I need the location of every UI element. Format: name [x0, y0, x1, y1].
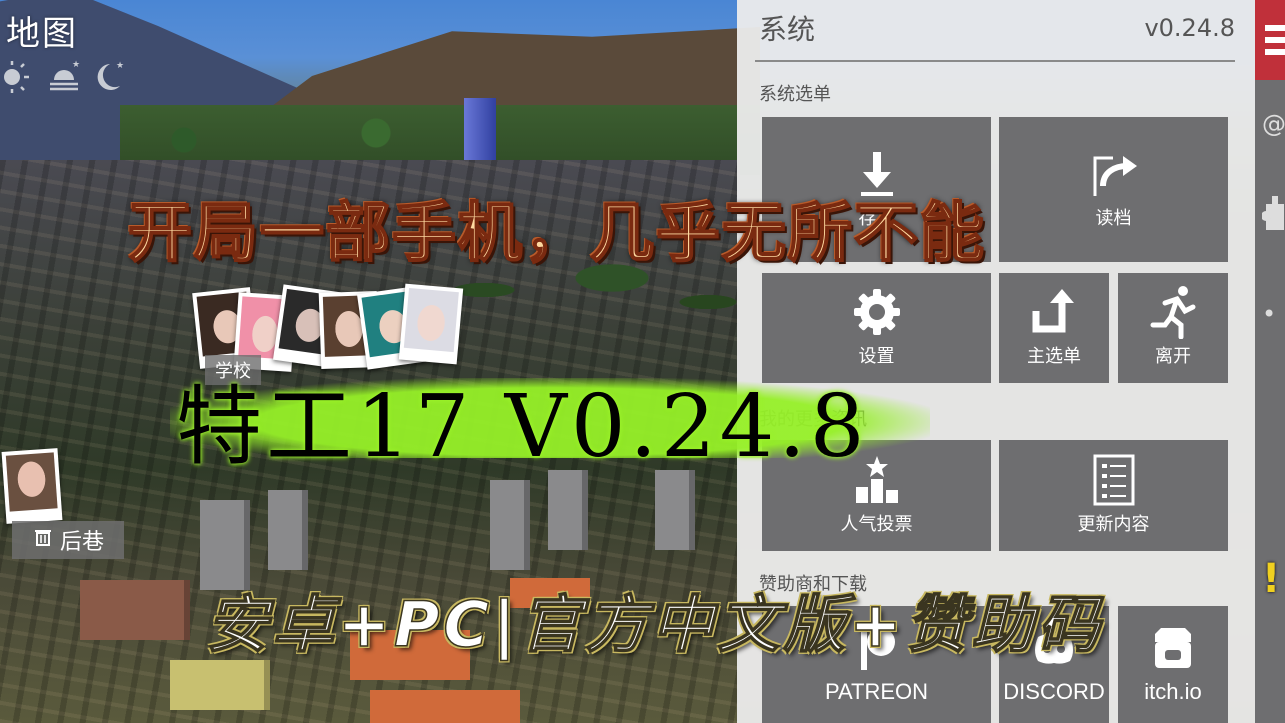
- panel-title: 系统: [759, 13, 816, 46]
- share-arrow-icon: [1089, 150, 1139, 198]
- running-man-icon: [1149, 286, 1197, 339]
- sunset-icon[interactable]: ★: [46, 58, 82, 103]
- character-portrait[interactable]: [1, 448, 63, 524]
- itchio-icon: [1151, 625, 1195, 673]
- changelog-button[interactable]: 更新内容: [999, 440, 1228, 551]
- main-menu-button[interactable]: 主选单: [999, 273, 1109, 383]
- quit-button[interactable]: 离开: [1118, 273, 1228, 383]
- trash-can-icon: [32, 526, 54, 554]
- section-label-system-menu: 系统选单: [759, 84, 831, 105]
- tile-label: DISCORD: [1003, 678, 1105, 704]
- tile-label: 离开: [1155, 346, 1191, 367]
- load-button[interactable]: 读档: [999, 117, 1228, 262]
- tile-label: PATREON: [824, 678, 929, 704]
- return-arrow-icon: [1032, 288, 1076, 336]
- promo-headline: 开局一部手机，几乎无所不能: [127, 195, 986, 272]
- hamburger-menu-icon[interactable]: [1255, 0, 1285, 80]
- version-label: v0.24.8: [1144, 14, 1235, 42]
- location-label-back-alley[interactable]: 后巷: [12, 521, 124, 559]
- promo-subtitle: 安卓+PC|官方中文版+赞助码: [205, 587, 1104, 662]
- gear-icon: [852, 288, 902, 336]
- building: [548, 470, 588, 550]
- dot-icon[interactable]: •: [1262, 300, 1276, 328]
- building: [268, 490, 308, 570]
- character-portrait[interactable]: [398, 283, 464, 365]
- building: [490, 480, 530, 570]
- tile-label: 更新内容: [1077, 513, 1150, 535]
- time-of-day-selector[interactable]: ★ ★: [0, 58, 126, 103]
- moon-icon[interactable]: ★: [90, 58, 126, 103]
- map-title: 地图: [6, 14, 78, 54]
- building: [170, 660, 270, 710]
- building: [80, 580, 190, 640]
- exclamation-mark: !: [1262, 556, 1281, 602]
- svg-text:★: ★: [116, 61, 124, 71]
- character-photos: [192, 283, 466, 372]
- tile-label: 人气投票: [840, 513, 913, 535]
- puzzle-icon[interactable]: [1261, 196, 1284, 242]
- itchio-button[interactable]: itch.io: [1118, 606, 1228, 723]
- promo-game-title: 特工17 V0.24.8: [176, 377, 869, 477]
- skyscraper: [464, 98, 496, 160]
- divider: [755, 60, 1235, 62]
- house-roof: [370, 690, 520, 723]
- list-document-icon: [1093, 454, 1135, 505]
- side-rail: [1255, 0, 1285, 723]
- tile-label: 读档: [1095, 207, 1132, 229]
- at-sign-icon[interactable]: @: [1262, 110, 1285, 138]
- tile-label: 主选单: [1027, 346, 1081, 367]
- svg-text:★: ★: [72, 60, 80, 70]
- sun-icon[interactable]: [0, 58, 38, 103]
- tile-label: itch.io: [1144, 678, 1202, 704]
- building: [655, 470, 695, 550]
- location-name: 后巷: [59, 530, 104, 555]
